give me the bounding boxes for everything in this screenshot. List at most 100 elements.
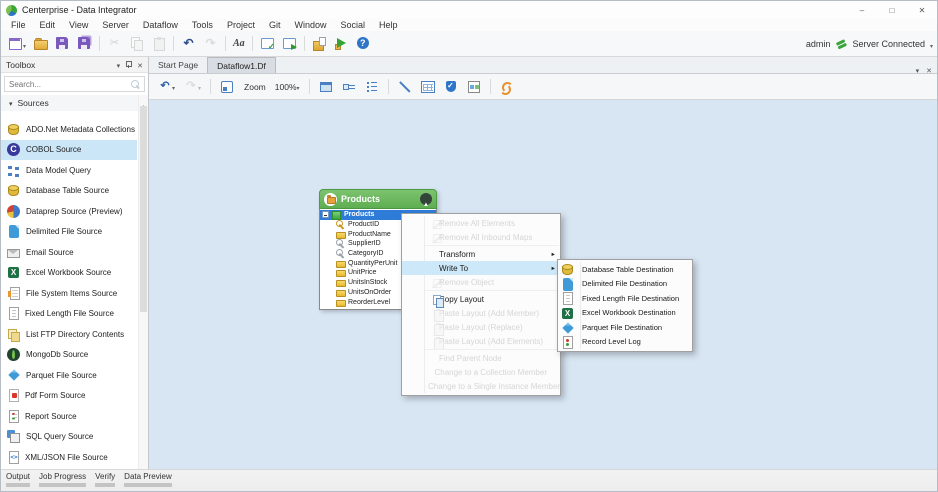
context-menu-item: Paste Layout (Add Member) (402, 306, 560, 320)
tree-expander-icon[interactable] (322, 211, 329, 218)
help-button[interactable] (353, 34, 374, 54)
status-tab[interactable]: Data Preview (124, 472, 172, 487)
canvas-undo-button[interactable] (155, 77, 178, 97)
undo-button[interactable] (178, 34, 199, 54)
toolbar-overflow-icon[interactable] (930, 35, 933, 53)
minimize-button[interactable] (847, 1, 877, 19)
toolbox-item[interactable]: XML/JSON File Source (1, 447, 137, 468)
vertical-tree-button[interactable] (362, 77, 382, 97)
tab-close-icon[interactable] (926, 60, 932, 78)
auto-layout-button[interactable] (497, 77, 517, 97)
job-box-icon (312, 36, 327, 51)
new-button[interactable] (5, 34, 29, 54)
submenu-item[interactable]: Delimited File Destination (558, 277, 692, 292)
maximize-button[interactable] (877, 1, 907, 19)
status-tab-label: Verify (95, 472, 115, 481)
menu-item[interactable]: Edit (33, 20, 63, 30)
menu-item[interactable]: File (4, 20, 33, 30)
start-button[interactable] (331, 34, 352, 54)
pin-icon[interactable] (125, 60, 132, 69)
toolbox-header: Toolbox (1, 57, 148, 73)
status-tab[interactable]: Job Progress (39, 472, 86, 487)
document-tab[interactable]: Dataflow1.Df (207, 57, 276, 73)
undo-icon (158, 80, 172, 94)
save-all-button[interactable] (74, 34, 95, 54)
toolbox-item-icon (9, 225, 19, 238)
sources-section-header[interactable]: Sources (1, 95, 148, 111)
menu-item[interactable]: View (62, 20, 95, 30)
submenu-item[interactable]: Excel Workbook Destination (558, 306, 692, 321)
toolbox-item[interactable]: Report Source (1, 406, 137, 427)
toolbox-item[interactable]: Data Model Query (1, 160, 137, 181)
save-button[interactable] (52, 34, 73, 54)
toolbox-item[interactable]: Delimited File Source (1, 222, 137, 243)
search-input[interactable] (9, 80, 131, 89)
menu-item[interactable]: Project (220, 20, 262, 30)
scroll-down-icon[interactable] (139, 459, 148, 469)
toolbox-item[interactable]: Email Source (1, 242, 137, 263)
toolbar-separator (309, 79, 310, 94)
node-layout-button[interactable] (316, 77, 336, 97)
context-menu-item[interactable]: Copy Layout (402, 292, 560, 306)
toolbox-menu-icon[interactable] (117, 60, 121, 70)
toolbox-item[interactable]: Fixed Length File Source (1, 304, 137, 325)
toolbox-item[interactable]: Parquet File Source (1, 365, 137, 386)
status-tab[interactable]: Verify (95, 472, 115, 487)
job-button[interactable] (309, 34, 330, 54)
context-menu-item[interactable]: Write To (402, 261, 560, 275)
submenu-item[interactable]: Parquet File Destination (558, 320, 692, 335)
submenu-item[interactable]: Record Level Log (558, 335, 692, 350)
status-tab[interactable]: Output (6, 472, 30, 487)
scrollbar-thumb[interactable] (140, 106, 147, 312)
toolbox-item[interactable]: Database Table Source (1, 181, 137, 202)
new-document-icon (8, 36, 23, 51)
help-icon (356, 36, 371, 51)
toolbox-scrollbar[interactable] (138, 95, 148, 469)
close-button[interactable] (907, 1, 937, 19)
menu-item[interactable]: Social (333, 20, 372, 30)
menu-item[interactable]: Window (287, 20, 333, 30)
draw-link-button[interactable] (395, 77, 415, 97)
menu-item[interactable]: Dataflow (136, 20, 185, 30)
scroll-up-icon[interactable] (139, 95, 148, 105)
verify-dataflow-button[interactable] (441, 77, 461, 97)
open-button[interactable] (30, 34, 51, 54)
toolbox-close-icon[interactable] (137, 60, 143, 70)
toolbox-item-list: ADO.Net Metadata Collections COBOL Sourc… (1, 111, 148, 469)
verify-window-button[interactable] (257, 34, 278, 54)
toolbox-item[interactable]: Pdf Form Source (1, 386, 137, 407)
toolbox-item[interactable]: File System Items Source (1, 283, 137, 304)
toolbox-item[interactable]: SQL Query Source (1, 427, 137, 448)
menu-item[interactable]: Tools (185, 20, 220, 30)
collapse-node-icon[interactable] (420, 193, 432, 205)
dataflow-canvas[interactable]: Products Products (149, 100, 937, 469)
run-window-button[interactable] (279, 34, 300, 54)
toolbox-item[interactable]: MongoDb Source (1, 345, 137, 366)
menu-item[interactable]: Git (262, 20, 288, 30)
preview-table-button[interactable] (464, 77, 484, 97)
toolbox-item[interactable]: Dataprep Source (Preview) (1, 201, 137, 222)
products-node-header[interactable]: Products (319, 189, 437, 209)
document-tab[interactable]: Start Page (149, 57, 207, 73)
menu-item-icon (432, 250, 443, 261)
tab-list-icon[interactable] (916, 60, 920, 78)
field-icon (336, 278, 345, 287)
font-button[interactable]: Aa (230, 34, 248, 54)
menu-item[interactable]: Server (95, 20, 136, 30)
grid-options-button[interactable] (418, 77, 438, 97)
menu-item-label: Paste Layout (Add Elements) (439, 337, 543, 346)
copy-button (126, 34, 147, 54)
submenu-item[interactable]: Database Table Destination (558, 262, 692, 277)
menu-item-label: Remove All Elements (439, 219, 515, 228)
context-menu-item[interactable]: Transform (402, 247, 560, 261)
horizontal-tree-button[interactable] (339, 77, 359, 97)
toolbox-item[interactable]: ADO.Net Metadata Collections (1, 119, 137, 140)
toolbox-item[interactable]: Excel Workbook Source (1, 263, 137, 284)
toolbox-item[interactable]: COBOL Source (1, 140, 137, 161)
fit-to-window-button[interactable] (217, 77, 237, 97)
submenu-item[interactable]: Fixed Length File Destination (558, 291, 692, 306)
menu-item-label: Change to a Single Instance Member (428, 382, 560, 391)
toolbox-item[interactable]: List FTP Directory Contents (1, 324, 137, 345)
zoom-dropdown[interactable]: 100% (271, 77, 303, 97)
menu-item[interactable]: Help (372, 20, 405, 30)
